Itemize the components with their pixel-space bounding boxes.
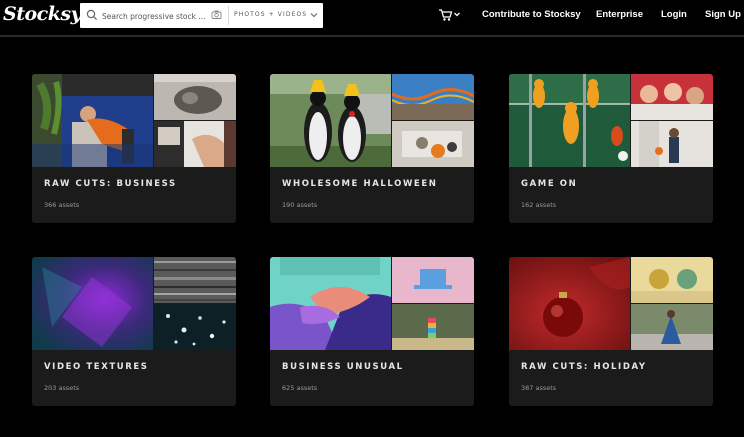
collection-title[interactable]: VIDEO TEXTURES [44,362,149,372]
collage-top-image [631,74,713,120]
site-header: Stocksy PHOTOS + VIDEOS [0,0,744,33]
collection-title[interactable]: WHOLESOME HALLOWEEN [282,179,437,189]
collage-main-image [32,257,153,350]
collage-bottom-image [392,121,474,167]
collection-collage [509,74,713,167]
collection-asset-count: 190 assets [282,201,318,209]
nav-enterprise-link[interactable]: Enterprise [596,9,643,20]
collection-card[interactable]: RAW CUTS: HOLIDAY 387 assets [509,257,713,406]
collection-collage [270,257,474,350]
collection-card[interactable]: GAME ON 162 assets [509,74,713,223]
stocksy-logo[interactable]: Stocksy [3,3,82,25]
collection-asset-count: 625 assets [282,384,318,392]
collection-asset-count: 366 assets [44,201,80,209]
collage-top-image [154,257,236,303]
collection-card[interactable]: VIDEO TEXTURES 203 assets [32,257,236,406]
nav-login-link[interactable]: Login [661,9,687,20]
collage-bottom-image [154,304,236,350]
cart-icon[interactable] [438,8,462,22]
header-divider [0,35,744,37]
collage-top-image [631,257,713,303]
collage-bottom-image [154,121,236,167]
collection-title[interactable]: RAW CUTS: HOLIDAY [521,362,647,372]
collection-asset-count: 162 assets [521,201,557,209]
search-divider [228,6,229,25]
collage-main-image [270,257,391,350]
collection-card[interactable]: BUSINESS UNUSUAL 625 assets [270,257,474,406]
collage-bottom-image [392,304,474,350]
nav-signup-link[interactable]: Sign Up [705,9,741,20]
collection-asset-count: 387 assets [521,384,557,392]
search-bar[interactable]: PHOTOS + VIDEOS [80,3,323,28]
collage-bottom-image [631,304,713,350]
collage-main-image [32,74,153,167]
collection-card[interactable]: WHOLESOME HALLOWEEN 190 assets [270,74,474,223]
collection-collage [509,257,713,350]
collection-asset-count: 203 assets [44,384,80,392]
collage-top-image [392,74,474,120]
collage-top-image [154,74,236,120]
search-input[interactable] [100,7,212,25]
collection-title[interactable]: GAME ON [521,179,577,189]
collection-collage [32,74,236,167]
collage-top-image [392,257,474,303]
collage-bottom-image [631,121,713,167]
collection-title[interactable]: RAW CUTS: BUSINESS [44,179,177,189]
collection-collage [32,257,236,350]
collection-title[interactable]: BUSINESS UNUSUAL [282,362,404,372]
collection-collage [270,74,474,167]
collection-card[interactable]: RAW CUTS: BUSINESS 366 assets [32,74,236,223]
collage-main-image [509,74,630,167]
camera-icon[interactable] [211,9,222,20]
media-type-filter[interactable]: PHOTOS + VIDEOS [234,11,307,21]
collage-main-image [270,74,391,167]
collage-main-image [509,257,630,350]
search-icon[interactable] [86,9,98,21]
chevron-down-icon[interactable] [310,11,318,19]
nav-contribute-link[interactable]: Contribute to Stocksy [482,9,581,20]
